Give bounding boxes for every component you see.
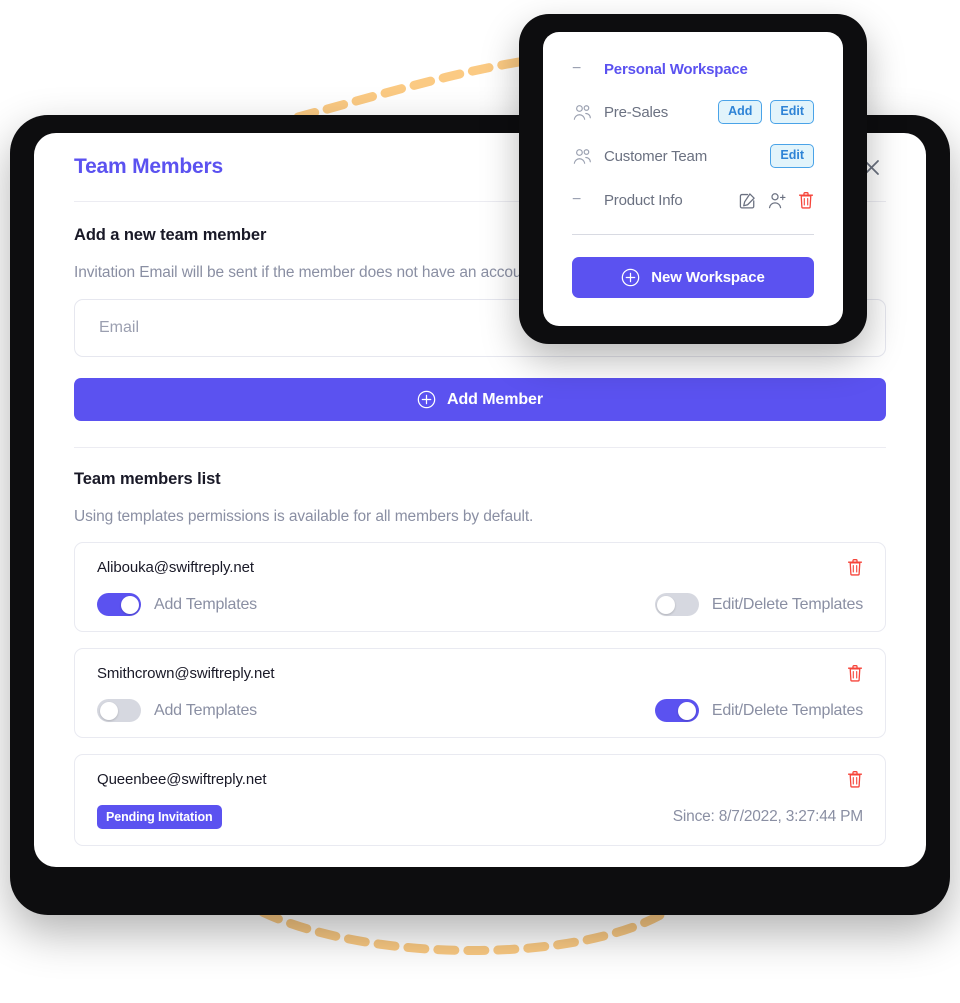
add-templates-label: Add Templates [154, 595, 257, 613]
add-templates-label: Add Templates [154, 701, 257, 719]
pre-sales-add-button[interactable]: Add [718, 100, 763, 124]
workspace-row-pre-sales[interactable]: Pre-Sales Add Edit [572, 90, 814, 134]
edit-delete-templates-label: Edit/Delete Templates [711, 701, 863, 719]
member-email: Smithcrown@swiftreply.net [97, 665, 275, 682]
trash-icon[interactable] [798, 191, 814, 209]
section-divider [74, 447, 886, 448]
workspace-row-label: Pre-Sales [604, 103, 669, 121]
minus-icon: − [572, 191, 582, 208]
new-workspace-button-label: New Workspace [651, 269, 765, 287]
members-list-heading: Team members list [74, 470, 221, 488]
delete-member-button[interactable] [847, 558, 863, 576]
delete-member-button[interactable] [847, 770, 863, 788]
page-title: Team Members [74, 155, 223, 178]
member-email: Alibouka@swiftreply.net [97, 559, 254, 576]
plus-circle-icon [621, 269, 640, 287]
edit-delete-templates-permission: Edit/Delete Templates [654, 593, 863, 616]
add-templates-toggle[interactable] [97, 699, 141, 722]
edit-delete-templates-permission: Edit/Delete Templates [654, 699, 863, 722]
member-email: Queenbee@swiftreply.net [97, 771, 267, 788]
minus-icon[interactable]: − [572, 61, 582, 77]
edit-delete-templates-toggle[interactable] [654, 699, 699, 722]
table-row: Smithcrown@swiftreply.net Add Templates [74, 648, 886, 738]
table-row: Queenbee@swiftreply.net Pending Invitati… [74, 754, 886, 846]
delete-member-button[interactable] [847, 664, 863, 682]
workspace-row-customer-team[interactable]: Customer Team Edit [572, 134, 814, 178]
trash-icon [847, 559, 863, 576]
workspace-popup-frame: − Personal Workspace Pre-Sales Add Edit [519, 14, 867, 344]
group-people-icon [572, 104, 604, 121]
table-row: Alibouka@swiftreply.net Add Templates Ed… [74, 542, 886, 632]
group-people-icon [572, 148, 604, 165]
workspace-divider [572, 234, 814, 236]
add-templates-permission: Add Templates [97, 593, 257, 616]
new-workspace-button[interactable]: New Workspace [572, 257, 814, 299]
members-list-subtitle: Using templates permissions is available… [74, 508, 534, 525]
customer-team-edit-button[interactable]: Edit [770, 144, 814, 168]
invitation-since-timestamp: Since: 8/7/2022, 3:27:44 PM [672, 808, 863, 825]
edit-square-icon[interactable] [739, 192, 756, 209]
workspace-popup: − Personal Workspace Pre-Sales Add Edit [543, 32, 843, 326]
add-person-icon[interactable] [768, 192, 786, 209]
add-templates-toggle[interactable] [97, 593, 141, 616]
pre-sales-edit-button[interactable]: Edit [770, 100, 814, 124]
add-member-button[interactable]: Add Member [74, 378, 886, 421]
status-badge: Pending Invitation [97, 805, 222, 829]
workspace-title: Personal Workspace [604, 60, 748, 78]
workspace-row-label: Product Info [604, 191, 683, 209]
workspace-row-label: Customer Team [604, 147, 707, 165]
add-member-button-label: Add Member [447, 390, 543, 408]
trash-icon [847, 771, 863, 788]
trash-icon [847, 665, 863, 682]
edit-delete-templates-label: Edit/Delete Templates [711, 595, 863, 613]
add-templates-permission: Add Templates [97, 699, 257, 722]
workspace-header: − Personal Workspace [572, 48, 814, 90]
workspace-row-product-info[interactable]: − Product Info [572, 178, 814, 222]
plus-circle-icon [417, 390, 436, 409]
edit-delete-templates-toggle[interactable] [654, 593, 699, 616]
